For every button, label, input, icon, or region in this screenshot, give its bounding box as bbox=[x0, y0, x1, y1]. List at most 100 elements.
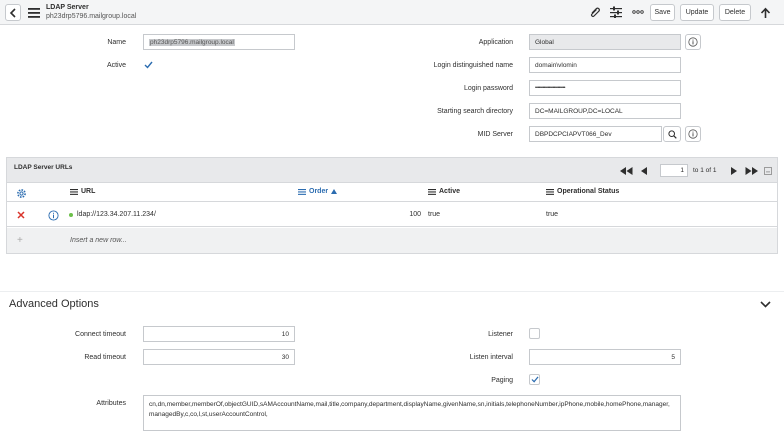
column-menu-icon bbox=[428, 188, 436, 195]
login-password-field[interactable]: •••••••••••••••••••••••• bbox=[529, 80, 681, 96]
checkmark-icon bbox=[144, 61, 153, 69]
chevron-left-icon bbox=[9, 7, 16, 18]
column-menu-icon bbox=[70, 188, 78, 195]
column-operational-status[interactable]: Operational Status bbox=[546, 188, 619, 195]
menu-button[interactable] bbox=[27, 6, 41, 19]
double-chevron-right-icon bbox=[745, 166, 758, 175]
paging-checkbox[interactable] bbox=[529, 374, 540, 385]
attachment-button[interactable] bbox=[588, 5, 602, 19]
form-header: LDAP Server ph23drp5796.mailgroup.local … bbox=[0, 0, 784, 25]
mid-server-field[interactable]: DBPDCPCIAPVT066_Dev bbox=[529, 126, 662, 142]
page-number-input[interactable]: 1 bbox=[660, 164, 688, 177]
column-active-label: Active bbox=[439, 188, 461, 195]
paging-label: Paging bbox=[491, 377, 513, 384]
previous-page-button[interactable] bbox=[639, 165, 649, 176]
column-menu-icon bbox=[298, 188, 306, 195]
update-button[interactable]: Update bbox=[680, 4, 714, 21]
application-info-button[interactable] bbox=[685, 34, 701, 50]
search-icon bbox=[667, 129, 677, 139]
read-timeout-field[interactable]: 30 bbox=[143, 349, 295, 365]
double-chevron-left-icon bbox=[619, 166, 632, 175]
row-url[interactable]: ldap://123.34.207.11.234/ bbox=[77, 211, 156, 218]
login-dn-label: Login distinguished name bbox=[433, 62, 513, 69]
form-subtitle: ph23drp5796.mailgroup.local bbox=[46, 13, 137, 20]
info-icon bbox=[47, 209, 59, 221]
table-row: ldap://123.34.207.11.234/ 100 true true bbox=[7, 203, 777, 227]
column-status-label: Operational Status bbox=[557, 188, 620, 195]
insert-row-link[interactable]: Insert a new row... bbox=[70, 237, 127, 244]
login-password-value: •••••••••••••••••••••••• bbox=[535, 85, 566, 91]
listen-interval-value: 5 bbox=[671, 353, 675, 361]
connect-timeout-label: Connect timeout bbox=[75, 331, 126, 338]
first-page-button[interactable] bbox=[619, 165, 633, 176]
search-dir-field[interactable]: DC=MAILGROUP,DC=LOCAL bbox=[529, 103, 681, 119]
column-order[interactable]: Order bbox=[298, 188, 338, 195]
next-page-button[interactable] bbox=[729, 165, 739, 176]
minimize-icon bbox=[764, 167, 772, 175]
row-active[interactable]: true bbox=[428, 211, 440, 218]
row-status[interactable]: true bbox=[546, 211, 558, 218]
personalize-button[interactable] bbox=[609, 5, 623, 19]
row-order[interactable]: 100 bbox=[397, 211, 421, 218]
listen-interval-field[interactable]: 5 bbox=[529, 349, 681, 365]
collapse-list-button[interactable] bbox=[763, 166, 773, 176]
back-button[interactable] bbox=[5, 4, 21, 21]
column-active[interactable]: Active bbox=[428, 188, 460, 195]
sort-ascending-icon bbox=[331, 189, 338, 194]
related-list-title: LDAP Server URLs bbox=[14, 164, 73, 171]
related-list-header: LDAP Server URLs 1 to 1 of 1 bbox=[7, 158, 777, 183]
active-checkbox[interactable] bbox=[143, 59, 154, 70]
active-label: Active bbox=[106, 62, 126, 69]
login-dn-value: domain\vlomin bbox=[535, 61, 577, 69]
more-options-button[interactable] bbox=[630, 5, 646, 19]
info-icon bbox=[688, 129, 698, 139]
row-info-button[interactable] bbox=[47, 209, 59, 221]
connect-timeout-field[interactable]: 10 bbox=[143, 326, 295, 342]
listener-label: Listener bbox=[488, 331, 513, 338]
application-field: Global bbox=[529, 34, 681, 50]
column-url-label: URL bbox=[81, 188, 96, 195]
advanced-options-title: Advanced Options bbox=[9, 298, 99, 310]
list-settings-button[interactable] bbox=[15, 187, 27, 199]
toggle-advanced-button[interactable] bbox=[758, 298, 772, 310]
delete-row-button[interactable] bbox=[15, 209, 26, 220]
checkmark-icon bbox=[531, 376, 539, 383]
chevron-down-icon bbox=[759, 300, 771, 308]
mid-server-info-button[interactable] bbox=[685, 126, 701, 142]
listen-interval-label: Listen interval bbox=[469, 354, 513, 361]
scroll-up-button[interactable] bbox=[757, 4, 773, 21]
section-divider bbox=[0, 291, 784, 292]
insert-row: + Insert a new row... bbox=[7, 228, 777, 253]
save-button[interactable]: Save bbox=[650, 4, 675, 21]
application-value: Global bbox=[535, 38, 554, 46]
login-password-label: Login password bbox=[463, 85, 513, 92]
mid-server-lookup-button[interactable] bbox=[663, 126, 681, 142]
read-timeout-value: 30 bbox=[281, 353, 289, 361]
column-menu-icon bbox=[546, 188, 554, 195]
application-label: Application bbox=[478, 39, 513, 46]
last-page-button[interactable] bbox=[744, 165, 758, 176]
form-title: LDAP Server bbox=[46, 4, 89, 11]
connect-timeout-value: 10 bbox=[281, 330, 289, 338]
search-dir-label: Starting search directory bbox=[437, 108, 513, 115]
ellipsis-icon bbox=[632, 10, 644, 14]
column-url[interactable]: URL bbox=[70, 188, 95, 195]
page-total-label: to 1 of 1 bbox=[693, 167, 717, 174]
read-timeout-label: Read timeout bbox=[84, 354, 126, 361]
paperclip-icon bbox=[591, 7, 600, 17]
info-icon bbox=[688, 37, 698, 47]
name-field[interactable]: ph23drp5796.mailgroup.local bbox=[143, 34, 295, 50]
arrow-up-icon bbox=[760, 7, 770, 18]
listener-checkbox[interactable] bbox=[529, 328, 540, 339]
status-dot-icon bbox=[69, 213, 73, 217]
login-dn-field[interactable]: domain\vlomin bbox=[529, 57, 681, 73]
sliders-icon bbox=[610, 6, 622, 18]
x-icon bbox=[16, 210, 25, 219]
caret-right-icon bbox=[731, 166, 737, 175]
column-order-label: Order bbox=[309, 188, 329, 195]
caret-left-icon bbox=[641, 166, 647, 175]
attributes-textarea[interactable]: cn,dn,member,memberOf,objectGUID,sAMAcco… bbox=[143, 395, 681, 431]
name-label: Name bbox=[107, 39, 126, 46]
search-dir-value: DC=MAILGROUP,DC=LOCAL bbox=[535, 107, 623, 115]
delete-button[interactable]: Delete bbox=[719, 4, 751, 21]
